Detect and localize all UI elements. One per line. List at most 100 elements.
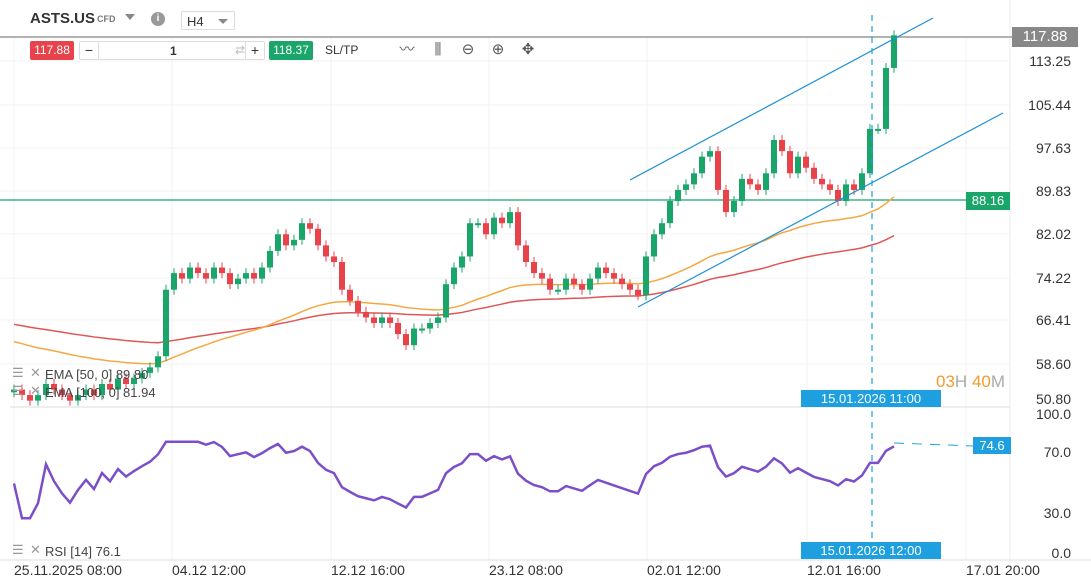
timeframe-select[interactable]: H4: [181, 11, 235, 30]
line-chart-icon[interactable]: 〰: [397, 40, 417, 60]
price-tick: 89.83: [1035, 183, 1071, 199]
price-chart[interactable]: [0, 0, 1091, 588]
candle-body: [763, 173, 769, 190]
candle-body: [227, 273, 233, 285]
time-tick: 12.01 16:00: [807, 562, 881, 578]
candle-body: [411, 328, 417, 346]
candle-body: [507, 212, 513, 224]
candle-body: [491, 217, 497, 235]
time-tick: 12.12 16:00: [331, 562, 405, 578]
rsi-tick: 30.0: [1043, 505, 1071, 521]
candle-body: [259, 267, 265, 279]
level-price-label[interactable]: 88.16: [966, 192, 1010, 210]
zoom-out-icon[interactable]: ⊖: [458, 40, 478, 60]
rsi-line: [12, 440, 895, 520]
timer-m: M: [990, 372, 1006, 391]
candle-body: [443, 284, 449, 318]
price-tick: 74.22: [1035, 270, 1071, 286]
candle-body: [691, 173, 697, 185]
candle-body: [827, 184, 833, 190]
candle-body: [163, 289, 169, 357]
move-icon[interactable]: ✥: [518, 40, 538, 60]
price-tick: 82.02: [1035, 226, 1071, 242]
candle-body: [483, 223, 489, 235]
candle-body: [563, 278, 569, 290]
candle-body: [627, 284, 633, 290]
candle-body: [755, 184, 761, 190]
candle-body: [275, 234, 281, 251]
candle-body: [363, 311, 369, 318]
candle-body: [451, 267, 457, 285]
candle-body: [883, 67, 889, 129]
candle-body: [307, 223, 313, 229]
indicator-menu-icon[interactable]: ☰: [12, 383, 24, 399]
candle-body: [315, 228, 321, 246]
decrease-button[interactable]: −: [80, 42, 99, 59]
candle-body: [851, 184, 857, 190]
candles-icon[interactable]: ⫼: [428, 40, 448, 60]
rsi-value-line: [893, 442, 974, 447]
timer-minutes: 40: [971, 372, 991, 391]
indicator-menu-icon[interactable]: ☰: [12, 365, 24, 381]
candle-body: [211, 267, 217, 279]
chevron-down-icon: [218, 19, 228, 24]
candle-body: [771, 140, 777, 174]
candle-body: [291, 239, 297, 246]
current-price-label: 117.88: [1012, 27, 1078, 47]
candle-body: [683, 184, 689, 190]
candle-body: [331, 256, 337, 263]
symbol-name[interactable]: ASTS.US: [30, 10, 95, 27]
candle-body: [427, 323, 433, 329]
candle-body: [379, 317, 385, 324]
sell-button[interactable]: 117.88: [30, 41, 74, 60]
time-tick: 04.12 12:00: [172, 562, 246, 578]
buy-button[interactable]: 118.37: [269, 41, 313, 60]
candle-body: [235, 278, 241, 285]
symbol-dropdown-icon[interactable]: [125, 14, 135, 20]
candle-body: [387, 317, 393, 324]
candle-body: [499, 217, 505, 224]
remove-indicator-icon[interactable]: ✕: [30, 542, 41, 558]
candle-body: [347, 289, 353, 301]
candle-body: [843, 184, 849, 202]
info-icon[interactable]: i: [151, 12, 165, 26]
candle-body: [299, 223, 305, 240]
candle-body: [667, 201, 673, 224]
candle-body: [531, 262, 537, 274]
timeframe-value: H4: [187, 14, 204, 29]
swap-icon[interactable]: ⇄: [235, 43, 245, 57]
candle-body: [179, 273, 185, 279]
candle-body: [219, 267, 225, 274]
crosshair-time-label: 15.01.2026 12:00: [801, 542, 941, 559]
candle-body: [803, 156, 809, 168]
candle-body: [459, 256, 465, 268]
time-tick: 17.01 20:00: [966, 562, 1040, 578]
remove-indicator-icon[interactable]: ✕: [30, 383, 41, 399]
candle-body: [595, 267, 601, 279]
quantity-stepper[interactable]: − 1 ⇄ +: [79, 41, 265, 60]
sltp-button[interactable]: SL/TP: [325, 43, 358, 57]
candle-body: [707, 151, 713, 157]
candle-body: [731, 201, 737, 213]
zoom-in-icon[interactable]: ⊕: [488, 40, 508, 60]
candle-body: [603, 267, 609, 274]
indicator-menu-icon[interactable]: ☰: [12, 542, 24, 558]
time-tick: 23.12 08:00: [489, 562, 563, 578]
quantity-input[interactable]: 1: [170, 44, 177, 58]
candle-body: [187, 267, 193, 279]
candle-body: [171, 273, 177, 290]
candle-body: [675, 189, 681, 202]
rsi-tick: 100.0: [1035, 406, 1071, 422]
candle-body: [243, 273, 249, 279]
candle-body: [555, 289, 561, 292]
candle-body: [323, 245, 329, 257]
remove-indicator-icon[interactable]: ✕: [30, 365, 41, 381]
candle-body: [579, 284, 585, 290]
candle-body: [659, 223, 665, 235]
candle-body: [251, 273, 257, 279]
candle-body: [403, 334, 409, 346]
price-tick: 113.25: [1029, 53, 1071, 69]
candle-body: [819, 178, 825, 185]
instrument-type: CFD: [97, 14, 116, 24]
increase-button[interactable]: +: [245, 42, 264, 59]
